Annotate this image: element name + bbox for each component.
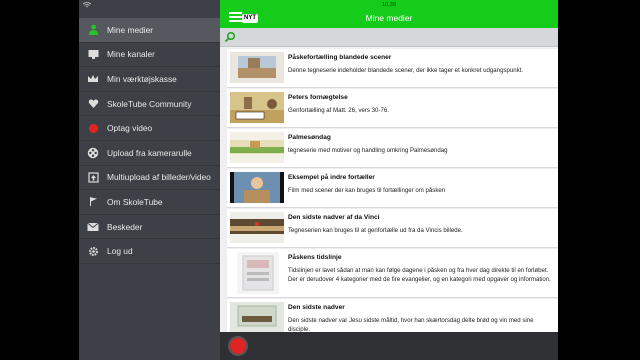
media-description: Den sidste nadver var Jesu sidste måltid… xyxy=(288,317,534,332)
record-button[interactable] xyxy=(228,336,248,356)
wifi-icon xyxy=(82,2,92,8)
sidebar-item-beskeder[interactable]: Beskeder xyxy=(79,215,220,240)
main-panel: 10.39 NYT Mine medier Påskefortælling bl… xyxy=(220,0,558,360)
media-title: Den sidste nadver xyxy=(288,304,345,311)
media-title: Påskefortælling blandede scener xyxy=(288,54,392,61)
list-item[interactable]: Påskens tidslinje Tidslinjen er lavet så… xyxy=(227,249,558,298)
sidebar-item-label: Beskeder xyxy=(107,221,143,232)
media-thumbnail xyxy=(230,132,284,163)
sidebar-item-label: SkoleTube Community xyxy=(107,98,192,109)
list-item[interactable]: Peters fornægtelse Genfortælling af Matt… xyxy=(227,89,558,128)
sidebar-item-label: Mine medier xyxy=(107,24,154,35)
folder-upload-icon xyxy=(87,171,99,183)
search-icon[interactable] xyxy=(224,31,236,43)
sidebar-item-optag-video[interactable]: Optag video xyxy=(79,116,220,141)
app-window: Mine medier Mine kanaler Min værktøjskas… xyxy=(79,0,558,360)
sidebar-item-label: Optag video xyxy=(107,123,153,134)
media-description: Genfortælling af Matt. 26, vers 30-76. xyxy=(288,107,389,114)
sidebar-item-mine-medier[interactable]: Mine medier xyxy=(79,18,220,43)
flag-icon xyxy=(87,196,99,208)
sidebar-item-community[interactable]: SkoleTube Community xyxy=(79,92,220,117)
list-item[interactable]: Den sidste nadver Den sidste nadver var … xyxy=(227,299,558,332)
list-item[interactable]: Den sidste nadver af da Vinci Tegneserie… xyxy=(227,209,558,248)
sidebar-item-label: Upload fra kamerarulle xyxy=(107,147,192,158)
media-thumbnail xyxy=(230,92,284,123)
heart-icon xyxy=(87,98,99,110)
sidebar-item-upload-kamerarulle[interactable]: Upload fra kamerarulle xyxy=(79,141,220,166)
top-bar: 10.39 NYT Mine medier xyxy=(220,0,558,28)
gear-icon xyxy=(87,245,99,257)
screen: Mine medier Mine kanaler Min værktøjskas… xyxy=(0,0,640,360)
media-description: Tidslinjen er lavet sådan at man kan føl… xyxy=(288,267,551,283)
media-thumbnail xyxy=(230,302,284,332)
sidebar: Mine medier Mine kanaler Min værktøjskas… xyxy=(79,0,220,360)
media-title: Palmesøndag xyxy=(288,134,331,141)
list-item[interactable]: Palmesøndag tegneserie med motiver og ha… xyxy=(227,129,558,168)
media-description: Film med scener der kan bruges til fortæ… xyxy=(288,187,446,194)
media-list: Påskefortælling blandede scener Denne te… xyxy=(227,49,558,332)
media-title: Eksempel på indre fortæller xyxy=(288,174,375,181)
status-bar-left xyxy=(79,0,220,11)
media-thumbnail xyxy=(230,212,284,243)
film-reel-icon xyxy=(87,147,99,159)
list-item[interactable]: Eksempel på indre fortæller Film med sce… xyxy=(227,169,558,208)
sidebar-item-label: Log ud xyxy=(107,246,133,257)
monitor-icon xyxy=(87,48,99,60)
sidebar-item-label: Multiupload af billeder/video xyxy=(107,172,211,183)
envelope-icon xyxy=(87,221,99,233)
media-description: Denne tegneserie indeholder blandede sce… xyxy=(288,67,524,74)
sidebar-item-mine-kanaler[interactable]: Mine kanaler xyxy=(79,43,220,68)
media-title: Den sidste nadver af da Vinci xyxy=(288,214,380,221)
sidebar-item-label: Min værktøjskasse xyxy=(107,73,177,84)
list-item[interactable]: Påskefortælling blandede scener Denne te… xyxy=(227,49,558,88)
sidebar-item-vaerktojskasse[interactable]: Min værktøjskasse xyxy=(79,67,220,92)
media-thumbnail xyxy=(230,172,284,203)
media-description: tegneserie med motiver og handling omkri… xyxy=(288,147,448,154)
sidebar-item-label: Mine kanaler xyxy=(107,49,155,60)
media-title: Påskens tidslinje xyxy=(288,254,342,261)
crown-icon xyxy=(87,73,99,85)
status-time: 10.39 xyxy=(382,2,396,8)
sidebar-menu: Mine medier Mine kanaler Min værktøjskas… xyxy=(79,18,220,264)
bottom-bar xyxy=(220,332,558,360)
page-title: Mine medier xyxy=(365,13,413,23)
sidebar-item-log-ud[interactable]: Log ud xyxy=(79,239,220,264)
media-thumbnail xyxy=(230,52,284,83)
media-thumbnail xyxy=(237,252,279,294)
media-title: Peters fornægtelse xyxy=(288,94,348,101)
person-icon xyxy=(87,24,99,36)
sidebar-item-label: Om SkoleTube xyxy=(107,196,163,207)
search-bar[interactable] xyxy=(220,28,558,47)
record-icon xyxy=(87,122,99,134)
sidebar-item-multiupload[interactable]: Multiupload af billeder/video xyxy=(79,166,220,191)
sidebar-item-om-skoletube[interactable]: Om SkoleTube xyxy=(79,190,220,215)
media-description: Tegneserien kan bruges til at genfortæll… xyxy=(288,227,463,234)
